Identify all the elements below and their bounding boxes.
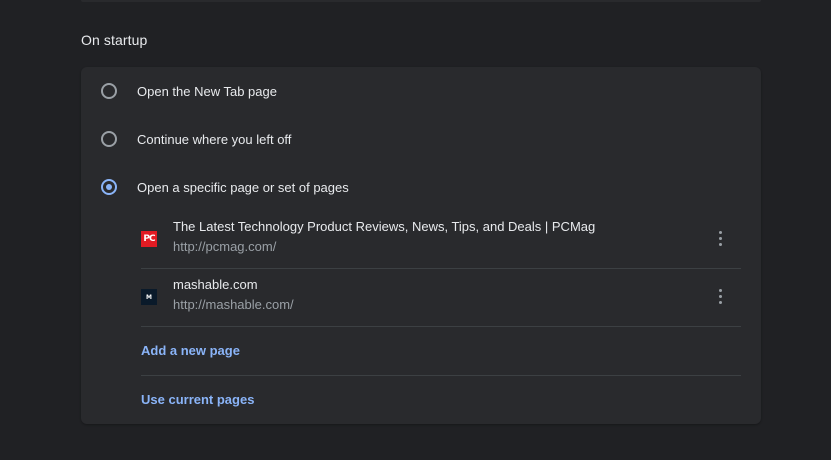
startup-page-row: M mashable.com http://mashable.com/ [141, 269, 741, 327]
use-current-pages-link[interactable]: Use current pages [141, 392, 254, 407]
startup-page-row: PC The Latest Technology Product Reviews… [141, 211, 741, 269]
radio-option-continue[interactable]: Continue where you left off [81, 115, 761, 163]
pcmag-favicon-icon: PC [141, 231, 157, 247]
add-new-page-row: Add a new page [141, 327, 741, 376]
radio-button-unchecked-icon[interactable] [101, 83, 117, 99]
section-title: On startup [81, 32, 148, 48]
radio-label: Open the New Tab page [137, 83, 277, 99]
mashable-favicon-icon: M [141, 289, 157, 305]
startup-page-title: mashable.com [173, 277, 258, 292]
radio-option-new-tab[interactable]: Open the New Tab page [81, 67, 761, 115]
radio-button-unchecked-icon[interactable] [101, 131, 117, 147]
add-new-page-link[interactable]: Add a new page [141, 343, 240, 358]
radio-option-specific-pages[interactable]: Open a specific page or set of pages [81, 163, 761, 211]
startup-page-url: http://pcmag.com/ [173, 239, 277, 254]
radio-label: Continue where you left off [137, 131, 292, 147]
radio-button-checked-icon[interactable] [101, 179, 117, 195]
startup-page-title: The Latest Technology Product Reviews, N… [173, 219, 596, 234]
radio-label: Open a specific page or set of pages [137, 179, 349, 195]
startup-page-url: http://mashable.com/ [173, 297, 294, 312]
more-actions-icon[interactable] [711, 229, 731, 249]
use-current-pages-row: Use current pages [141, 376, 741, 424]
more-actions-icon[interactable] [711, 287, 731, 307]
previous-section-card-edge [81, 0, 761, 2]
startup-settings-card: Open the New Tab page Continue where you… [81, 67, 761, 424]
